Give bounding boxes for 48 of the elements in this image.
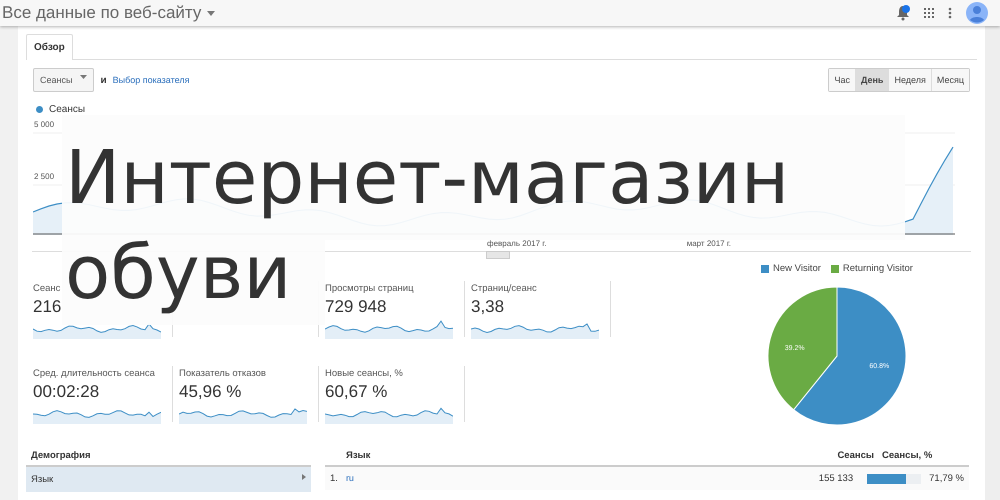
x-axis-label: февраль 2017 г. xyxy=(487,239,546,250)
property-selector[interactable]: Все данные по веб-сайту xyxy=(2,3,216,23)
metric-label: Новые сеансы, % xyxy=(325,368,404,378)
metric-label: Просмотры страниц xyxy=(325,283,415,294)
legend-label: New Visitor xyxy=(773,263,821,274)
legend-swatch-icon xyxy=(761,264,770,272)
demography-item[interactable]: Язык xyxy=(26,467,311,492)
period-button[interactable]: Неделя xyxy=(889,69,932,91)
tab[interactable]: Обзор xyxy=(26,34,73,60)
period-button[interactable]: Час xyxy=(829,69,856,91)
column-header: Сеансы, % xyxy=(881,450,934,461)
row-number: 1. xyxy=(330,473,338,484)
metric-label: Сеанс xyxy=(33,283,62,294)
metric-value: 3,38 xyxy=(471,297,506,317)
metric-value: 00:02:28 xyxy=(33,382,100,402)
column-header: Язык xyxy=(345,450,372,461)
resize-handle[interactable] xyxy=(486,251,510,259)
metric-label: Страниц/сеанс xyxy=(471,283,538,294)
y-axis-label: 5 000 xyxy=(34,120,54,129)
caret-icon xyxy=(80,75,88,79)
legend-swatch-icon xyxy=(830,264,839,272)
metric-value: 60,67 % xyxy=(325,382,388,402)
x-axis-label: март 2017 г. xyxy=(686,239,731,250)
chevron-icon xyxy=(302,474,306,480)
metric-value: 216 xyxy=(33,297,62,317)
table-cell: 71,79 % xyxy=(929,473,964,484)
legend-label: Returning Visitor xyxy=(842,263,913,274)
legend-dot-icon xyxy=(36,106,43,113)
scrollbar[interactable] xyxy=(985,26,1000,500)
select-metric-link[interactable]: Выбор показателя xyxy=(112,75,190,85)
table-cell-text: 155 133 xyxy=(818,473,854,484)
metric-label: Сред. длительность сеанса xyxy=(33,368,156,378)
conjunction-text: и xyxy=(100,74,107,86)
apps-icon[interactable] xyxy=(924,8,934,18)
metric-value: 45,96 % xyxy=(179,382,242,402)
avatar-icon[interactable] xyxy=(966,2,988,24)
metric-label: Показатель отказов xyxy=(179,368,267,378)
y-axis-label: 2 500 xyxy=(34,172,54,181)
bell-icon[interactable] xyxy=(896,5,910,21)
caret-icon xyxy=(207,10,216,16)
metric-value: 729 948 xyxy=(325,297,388,317)
period-button[interactable]: День xyxy=(856,69,890,91)
column-header: Сеансы xyxy=(836,450,874,461)
legend-label: Сеансы xyxy=(49,104,86,115)
more-icon[interactable] xyxy=(948,7,952,19)
metric-dropdown[interactable]: Сеансы xyxy=(33,68,94,92)
period-button[interactable]: Месяц xyxy=(932,69,969,91)
language-link[interactable]: ru xyxy=(346,473,354,483)
